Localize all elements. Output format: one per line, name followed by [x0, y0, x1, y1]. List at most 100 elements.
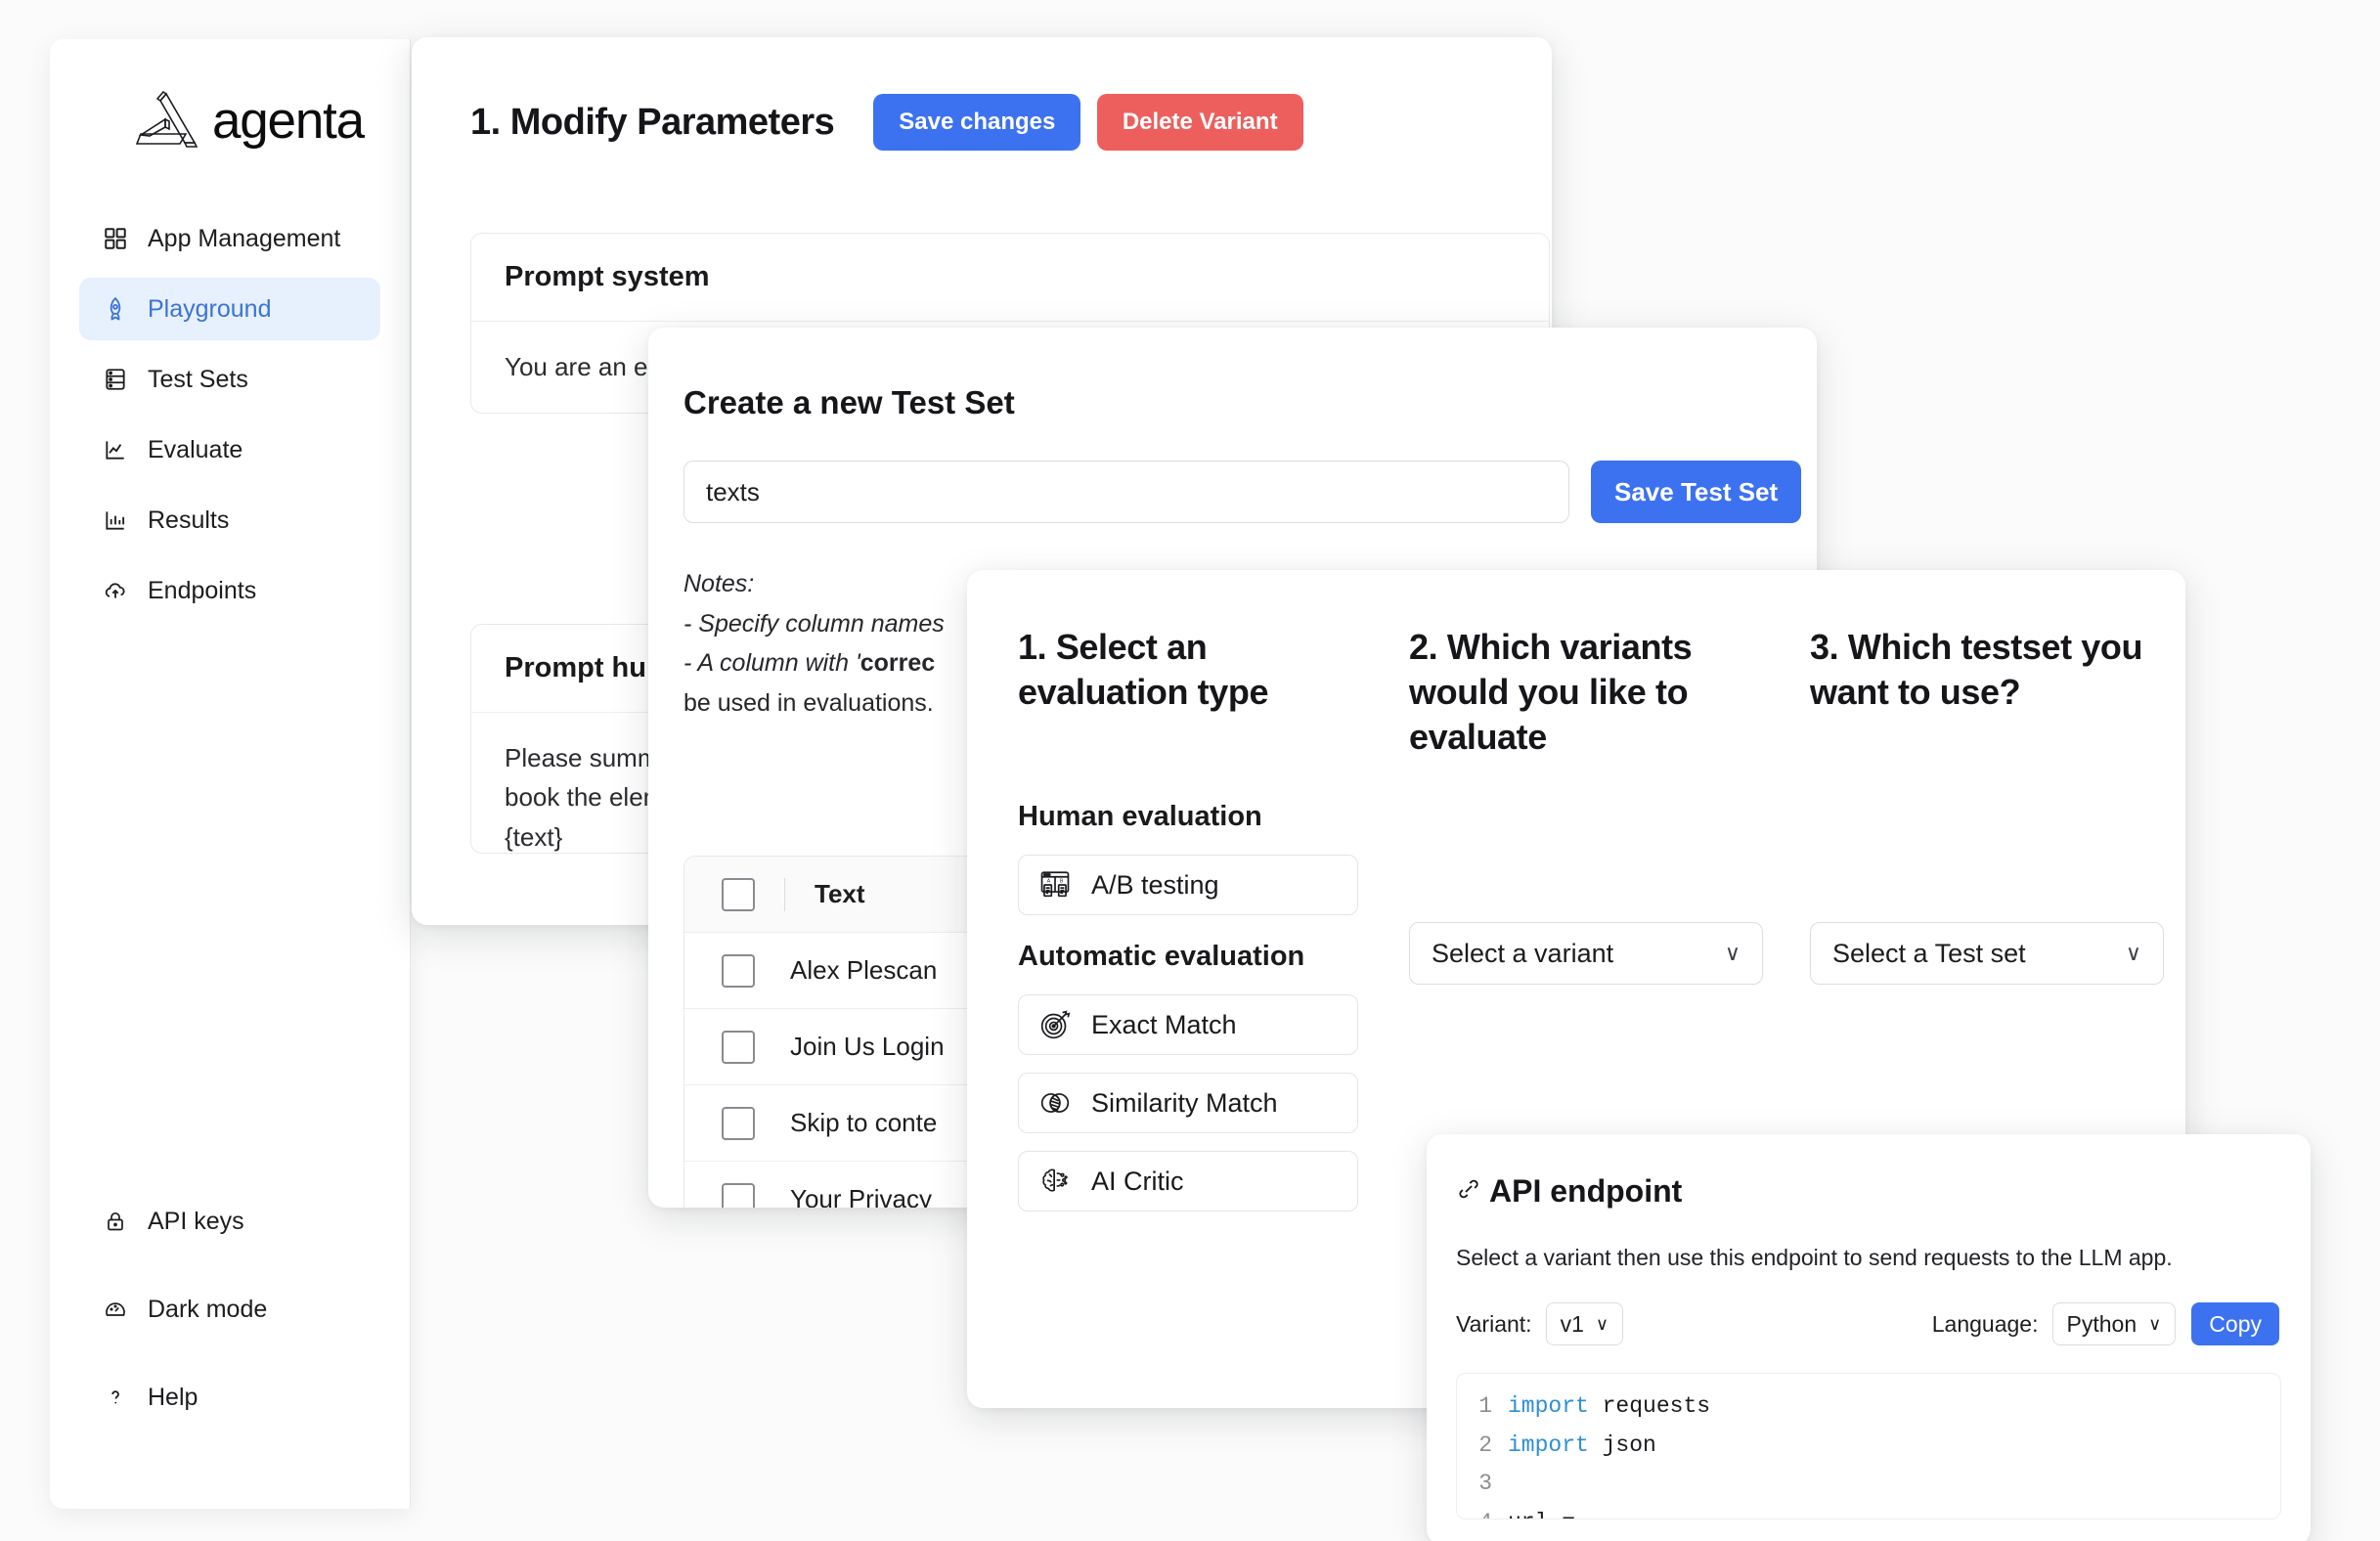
save-test-set-button[interactable]: Save Test Set: [1591, 461, 1802, 523]
api-endpoint-description: Select a variant then use this endpoint …: [1456, 1245, 2173, 1270]
evaluation-type-heading: 1. Select an evaluation type: [1018, 627, 1269, 713]
sidebar-item-app-management[interactable]: App Management: [79, 207, 380, 270]
primary-nav: App Management Playground Test Sets Eval…: [50, 207, 410, 622]
row-checkbox[interactable]: [722, 953, 755, 988]
sidebar-item-dark-mode[interactable]: Dark mode: [79, 1278, 381, 1341]
api-variant-select[interactable]: v1 ∨: [1545, 1302, 1624, 1345]
sidebar-item-label: API keys: [148, 1207, 244, 1235]
code-line: 3: [1457, 1465, 2280, 1504]
row-checkbox[interactable]: [722, 1182, 755, 1208]
row-checkbox[interactable]: [722, 1106, 755, 1140]
copy-button[interactable]: Copy: [2191, 1302, 2279, 1345]
sidebar-item-label: Help: [148, 1383, 198, 1411]
api-language-value: Python: [2066, 1310, 2138, 1337]
target-icon: [1038, 1008, 1072, 1041]
line-chart-icon: [103, 437, 128, 462]
automatic-evaluation-label: Automatic evaluation: [1018, 941, 1305, 972]
modify-parameters-header: 1. Modify Parameters Save changes Delete…: [412, 37, 1552, 151]
brand-name: agenta: [212, 91, 365, 150]
sidebar-item-results[interactable]: Results: [79, 489, 380, 551]
chevron-down-icon: ∨: [2125, 941, 2141, 965]
testset-select[interactable]: Select a Test set ∨: [1810, 922, 2164, 985]
svg-text:A: A: [1047, 879, 1051, 885]
sidebar-item-label: Evaluate: [148, 435, 243, 463]
chevron-down-icon: ∨: [2148, 1313, 2162, 1334]
link-icon: [1456, 1173, 1481, 1210]
testset-select-label: Select a Test set: [1832, 938, 2026, 968]
sidebar-item-evaluate[interactable]: Evaluate: [79, 418, 380, 481]
delete-variant-button[interactable]: Delete Variant: [1096, 94, 1303, 151]
cell-text: Alex Plescan: [790, 955, 938, 985]
line-number: 3: [1478, 1471, 1492, 1497]
api-variant-value: v1: [1560, 1310, 1584, 1337]
code-line: 1 import requests: [1457, 1387, 2280, 1427]
sidebar-item-label: App Management: [148, 224, 341, 252]
sidebar-item-help[interactable]: Help: [79, 1366, 381, 1429]
header-divider: [784, 877, 785, 911]
variants-heading: 2. Which variants would you like to eval…: [1409, 627, 1693, 758]
api-language-select[interactable]: Python ∨: [2051, 1302, 2177, 1345]
gauge-icon: [103, 1297, 128, 1322]
option-ab-testing[interactable]: A B A/B testing: [1018, 855, 1358, 915]
testset-spacer: [1810, 775, 2160, 922]
variants-spacer: [1409, 775, 1759, 922]
grid-icon: [103, 226, 128, 251]
save-changes-button[interactable]: Save changes: [873, 94, 1081, 151]
line-number: 2: [1478, 1431, 1492, 1458]
create-test-set-title: Create a new Test Set: [683, 384, 1015, 420]
brain-icon: [1038, 1165, 1072, 1198]
page-title: 1. Modify Parameters: [470, 101, 835, 143]
option-similarity-match[interactable]: Similarity Match: [1018, 1073, 1358, 1133]
human-evaluation-label: Human evaluation: [1018, 801, 1262, 832]
option-label: Similarity Match: [1091, 1087, 1278, 1118]
sidebar-item-api-keys[interactable]: API keys: [79, 1190, 381, 1253]
rocket-icon: [103, 296, 128, 322]
api-code-block[interactable]: 1 import requests 2 import json 3 4 url …: [1456, 1373, 2281, 1519]
cell-text: Skip to conte: [790, 1108, 938, 1137]
sidebar-item-test-sets[interactable]: Test Sets: [79, 348, 380, 411]
line-number: 4: [1457, 1504, 1508, 1519]
option-ai-critic[interactable]: AI Critic: [1018, 1151, 1358, 1211]
option-exact-match[interactable]: Exact Match: [1018, 994, 1358, 1055]
code-content: [1508, 1465, 1521, 1504]
cell-text: Join Us Login: [790, 1032, 945, 1061]
evaluation-type-column: 1. Select an evaluation type Human evalu…: [992, 625, 1384, 1229]
app-root: agenta App Management Playground Test Se…: [0, 0, 2380, 1541]
api-endpoint-card: API endpoint Select a variant then use t…: [1427, 1134, 2311, 1541]
bar-chart-icon: [103, 507, 128, 533]
api-endpoint-title: API endpoint: [1489, 1173, 1683, 1209]
select-all-checkbox[interactable]: [722, 877, 755, 911]
variant-select-label: Select a variant: [1432, 938, 1614, 968]
code-content: url = "http://demo.agenta.ai/classificat…: [1508, 1504, 2280, 1519]
question-icon: [103, 1385, 128, 1410]
sidebar-item-label: Dark mode: [148, 1295, 268, 1323]
database-icon: [103, 367, 128, 392]
row-checkbox[interactable]: [722, 1030, 755, 1064]
option-label: Exact Match: [1091, 1009, 1237, 1039]
test-set-name-input[interactable]: [683, 461, 1569, 523]
code-line: 4 url = "http://demo.agenta.ai/classific…: [1457, 1504, 2280, 1519]
note-2-prefix: - A column with ': [683, 649, 860, 677]
sidebar-item-endpoints[interactable]: Endpoints: [79, 559, 380, 622]
code-line: 2 import json: [1457, 1427, 2280, 1466]
note-2-emphasis: correc: [859, 649, 936, 677]
code-content: import requests: [1508, 1393, 1711, 1419]
column-header-text: Text: [815, 879, 865, 908]
language-label: Language:: [1931, 1310, 2039, 1337]
brand-logo: agenta: [50, 39, 410, 151]
sidebar: agenta App Management Playground Test Se…: [50, 39, 411, 1509]
sidebar-item-playground[interactable]: Playground: [79, 278, 380, 340]
variant-label: Variant:: [1456, 1310, 1532, 1337]
sidebar-item-label: Test Sets: [148, 365, 248, 393]
option-label: A/B testing: [1091, 869, 1219, 900]
lock-icon: [103, 1209, 128, 1234]
sidebar-item-label: Endpoints: [148, 576, 257, 604]
header-actions: Save changes Delete Variant: [873, 94, 1303, 151]
chevron-down-icon: ∨: [1724, 941, 1741, 965]
test-set-name-row: Save Test Set: [648, 421, 1817, 523]
cell-text: Your Privacy: [790, 1184, 932, 1208]
line-number: 1: [1478, 1393, 1492, 1419]
variant-select[interactable]: Select a variant ∨: [1409, 922, 1763, 985]
prompt-system-heading: Prompt system: [471, 234, 1549, 322]
sidebar-item-label: Playground: [148, 294, 272, 323]
